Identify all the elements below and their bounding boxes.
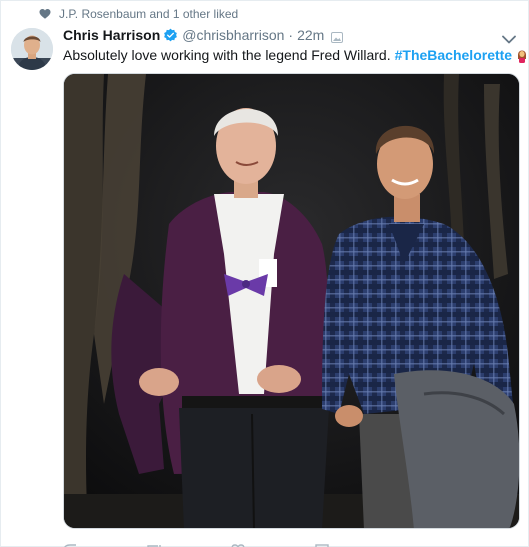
chevron-down-icon[interactable] [502, 31, 516, 44]
social-context: J.P. Rosenbaum and 1 other liked [39, 7, 238, 21]
heart-icon [39, 8, 51, 20]
tweet-body: Absolutely love working with the legend … [63, 47, 391, 63]
like-icon[interactable] [231, 539, 245, 547]
retweet-icon[interactable] [147, 539, 161, 547]
tweet-header: Chris Harrison @chrisbharrison · 22m [63, 27, 344, 43]
display-name[interactable]: Chris Harrison [63, 27, 160, 43]
verified-badge-icon [163, 28, 178, 43]
tweet-card[interactable]: J.P. Rosenbaum and 1 other liked Chris H… [0, 0, 529, 547]
social-context-text[interactable]: J.P. Rosenbaum and 1 other liked [59, 7, 238, 21]
tweet-text: Absolutely love working with the legend … [63, 46, 527, 64]
photo-icon [331, 30, 344, 43]
tweet-photo[interactable] [63, 73, 520, 529]
tweet-actions [63, 539, 363, 547]
reply-icon[interactable] [63, 539, 77, 547]
screen-name[interactable]: @chrisbharrison [182, 27, 284, 43]
dm-icon[interactable] [315, 539, 329, 547]
avatar[interactable] [11, 28, 53, 70]
timestamp[interactable]: 22m [297, 27, 324, 43]
woman-emoji [517, 47, 527, 63]
hashtag-link[interactable]: #TheBachelorette [395, 46, 512, 64]
separator-dot: · [288, 27, 294, 43]
